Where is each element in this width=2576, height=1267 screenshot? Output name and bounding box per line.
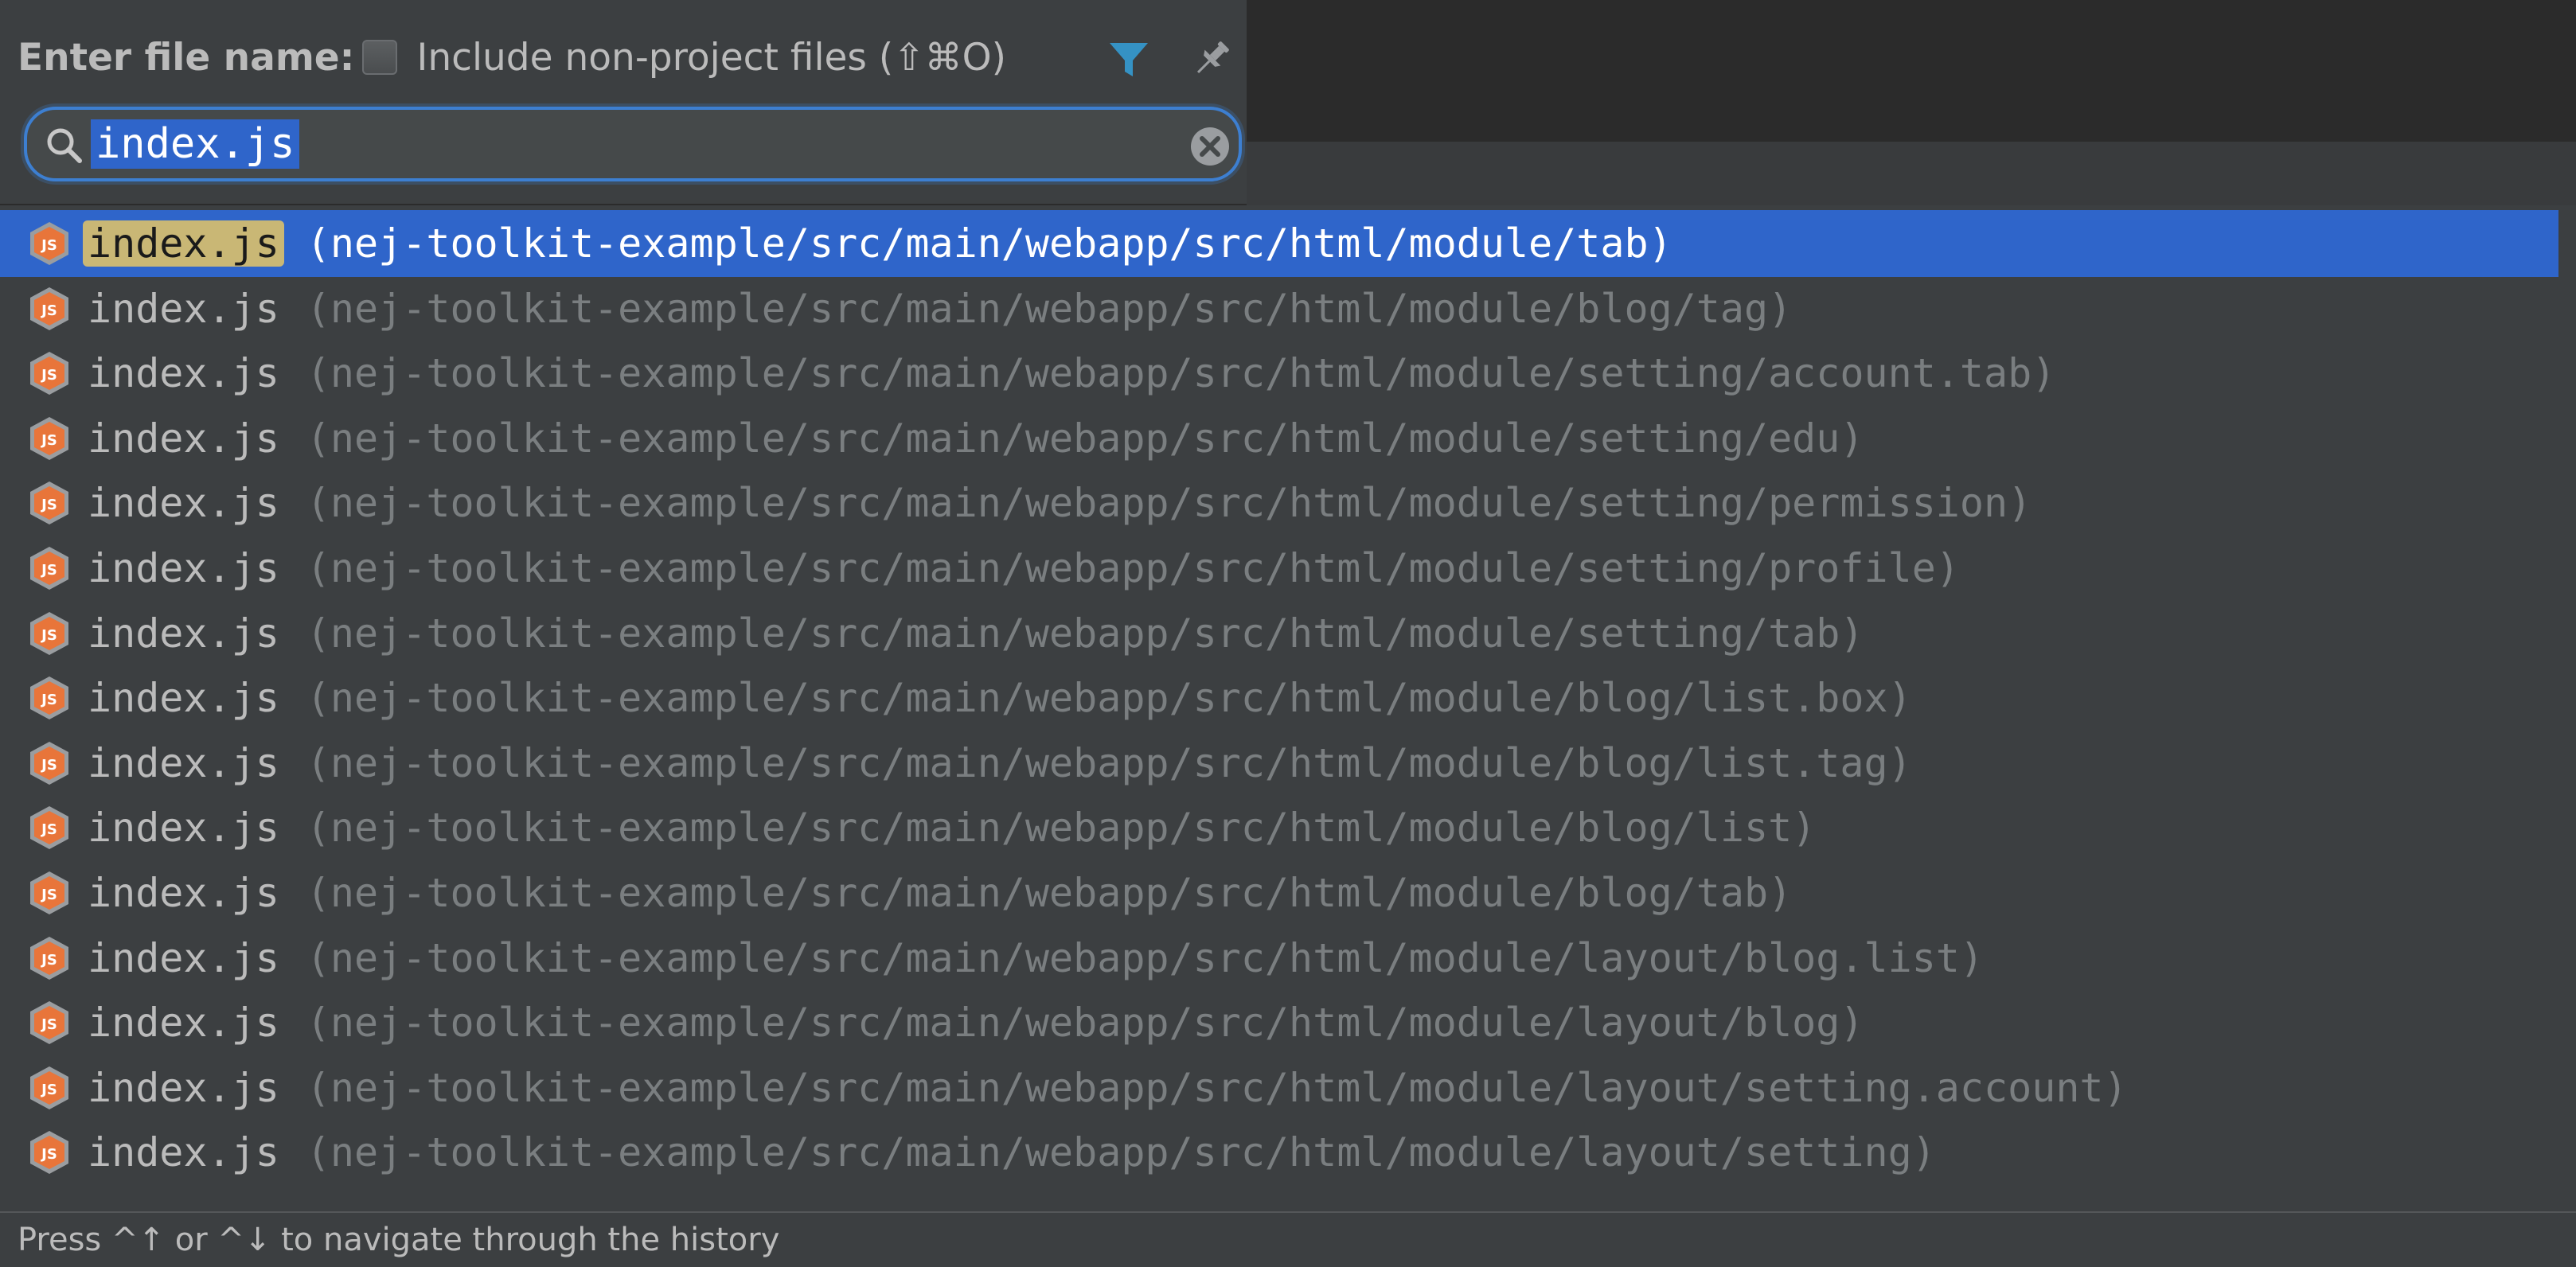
result-file-path: (nej-toolkit-example/src/main/webapp/src… [306, 610, 1864, 657]
svg-text:JS: JS [40, 821, 57, 838]
js-file-icon: JS [25, 349, 73, 397]
result-file-path: (nej-toolkit-example/src/main/webapp/src… [306, 1129, 1936, 1176]
scrollbar[interactable] [2558, 205, 2576, 1211]
results-list[interactable]: JS index.js (nej-toolkit-example/src/main… [0, 205, 2576, 1211]
js-file-icon: JS [25, 285, 73, 333]
result-row[interactable]: JS index.js (nej-toolkit-example/src/main… [0, 1055, 2576, 1121]
svg-text:JS: JS [40, 562, 57, 579]
result-file-name: index.js [88, 1129, 279, 1176]
editor-tab-strip [1247, 142, 2576, 205]
svg-text:JS: JS [40, 757, 57, 774]
js-file-icon: JS [25, 479, 73, 527]
js-file-icon: JS [25, 869, 73, 917]
pin-icon[interactable] [1188, 35, 1235, 83]
result-file-name: index.js [88, 805, 279, 852]
result-file-path: (nej-toolkit-example/src/main/webapp/src… [306, 675, 1912, 722]
result-file-name: index.js [88, 350, 279, 397]
prompt-label: Enter file name: [18, 35, 355, 80]
js-file-icon: JS [25, 804, 73, 852]
result-row[interactable]: JS index.js (nej-toolkit-example/src/main… [0, 210, 2576, 277]
result-file-name: index.js [88, 934, 279, 981]
result-file-path: (nej-toolkit-example/src/main/webapp/src… [306, 739, 1912, 786]
js-file-icon: JS [25, 999, 73, 1047]
result-row[interactable]: JS index.js (nej-toolkit-example/src/main… [0, 275, 2576, 342]
js-file-icon: JS [25, 934, 73, 982]
result-file-name: index.js [88, 739, 279, 786]
svg-text:JS: JS [40, 1082, 57, 1098]
result-row[interactable]: JS index.js (nej-toolkit-example/src/main… [0, 860, 2576, 926]
result-file-name: index.js [88, 675, 279, 722]
navigation-hint: Press ^↑ or ^↓ to navigate through the h… [18, 1222, 780, 1258]
result-file-path: (nej-toolkit-example/src/main/webapp/src… [306, 1064, 2128, 1111]
svg-text:JS: JS [40, 887, 57, 903]
result-row[interactable]: JS index.js (nej-toolkit-example/src/main… [0, 794, 2576, 861]
js-file-icon: JS [25, 674, 73, 722]
js-file-icon: JS [25, 1129, 73, 1176]
result-row[interactable]: JS index.js (nej-toolkit-example/src/main… [0, 989, 2576, 1056]
result-row[interactable]: JS index.js (nej-toolkit-example/src/main… [0, 665, 2576, 731]
search-input[interactable]: index.js [91, 119, 300, 169]
result-file-path: (nej-toolkit-example/src/main/webapp/src… [306, 805, 1817, 852]
result-file-path: (nej-toolkit-example/src/main/webapp/src… [306, 350, 2056, 397]
search-field[interactable]: index.js [24, 107, 1242, 181]
result-file-name: index.js [88, 610, 279, 657]
js-file-icon: JS [25, 739, 73, 787]
result-row[interactable]: JS index.js (nej-toolkit-example/src/main… [0, 1119, 2576, 1186]
result-file-path: (nej-toolkit-example/src/main/webapp/src… [306, 285, 1793, 332]
result-row[interactable]: JS index.js (nej-toolkit-example/src/main… [0, 405, 2576, 472]
goto-file-header: Enter file name: Include non-project fil… [0, 0, 1247, 205]
result-row[interactable]: JS index.js (nej-toolkit-example/src/main… [0, 925, 2576, 992]
svg-text:JS: JS [40, 692, 57, 708]
result-file-name: index.js [88, 1064, 279, 1111]
include-non-project-label[interactable]: Include non-project files (⇧⌘O) [416, 36, 1005, 80]
result-file-name: index.js [88, 415, 279, 462]
result-file-path: (nej-toolkit-example/src/main/webapp/src… [306, 934, 1985, 981]
result-file-path: (nej-toolkit-example/src/main/webapp/src… [306, 870, 1793, 916]
clear-icon[interactable] [1188, 124, 1232, 169]
js-file-icon: JS [25, 1064, 73, 1112]
svg-text:JS: JS [40, 952, 57, 969]
result-file-path: (nej-toolkit-example/src/main/webapp/src… [306, 480, 2032, 527]
result-row[interactable]: JS index.js (nej-toolkit-example/src/main… [0, 535, 2576, 602]
svg-text:JS: JS [40, 432, 57, 449]
include-non-project-checkbox[interactable] [362, 40, 398, 75]
result-file-path: (nej-toolkit-example/src/main/webapp/src… [306, 545, 1960, 591]
js-file-icon: JS [25, 610, 73, 657]
result-row[interactable]: JS index.js (nej-toolkit-example/src/main… [0, 470, 2576, 536]
svg-text:JS: JS [40, 302, 57, 319]
svg-text:JS: JS [40, 237, 57, 254]
svg-text:JS: JS [40, 497, 57, 513]
status-hint-bar: Press ^↑ or ^↓ to navigate through the h… [0, 1211, 2576, 1267]
editor-background [1247, 0, 2576, 143]
result-file-name: index.js [83, 220, 284, 267]
search-icon [47, 128, 82, 163]
result-file-name: index.js [88, 545, 279, 591]
result-file-name: index.js [88, 1000, 279, 1047]
result-row[interactable]: JS index.js (nej-toolkit-example/src/main… [0, 340, 2576, 407]
svg-text:JS: JS [40, 1146, 57, 1163]
svg-text:JS: JS [40, 1016, 57, 1033]
header-row: Enter file name: Include non-project fil… [18, 29, 1006, 86]
result-file-name: index.js [88, 870, 279, 916]
result-row[interactable]: JS index.js (nej-toolkit-example/src/main… [0, 600, 2576, 667]
result-file-name: index.js [88, 285, 279, 332]
result-file-path: (nej-toolkit-example/src/main/webapp/src… [306, 1000, 1864, 1047]
js-file-icon: JS [25, 415, 73, 462]
result-file-name: index.js [88, 480, 279, 527]
svg-text:JS: JS [40, 367, 57, 384]
svg-text:JS: JS [40, 627, 57, 644]
result-file-path: (nej-toolkit-example/src/main/webapp/src… [306, 220, 1672, 267]
result-row[interactable]: JS index.js (nej-toolkit-example/src/main… [0, 730, 2576, 797]
js-file-icon: JS [25, 220, 73, 267]
result-file-path: (nej-toolkit-example/src/main/webapp/src… [306, 415, 1864, 462]
filter-icon[interactable] [1105, 35, 1153, 83]
js-file-icon: JS [25, 544, 73, 592]
